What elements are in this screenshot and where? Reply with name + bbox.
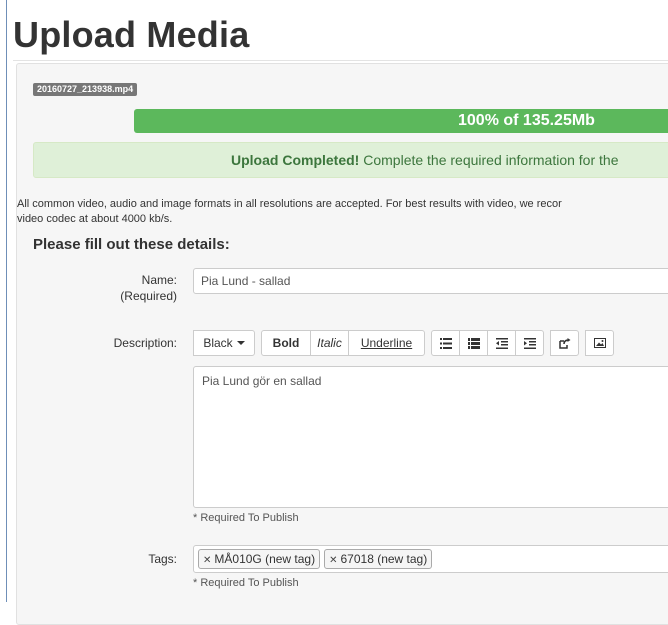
tags-input[interactable]: ✕ MÅ010G (new tag) ✕ 67018 (new tag) <box>193 545 668 573</box>
name-label: Name: (Required) <box>120 272 177 304</box>
tags-label: Tags: <box>148 552 177 566</box>
chevron-down-icon <box>236 341 245 345</box>
progress-text: 100% of 135.25Mb <box>458 112 595 129</box>
indent-icon <box>523 337 536 349</box>
bullet-list-button[interactable] <box>431 330 460 356</box>
upload-complete-alert: Upload Completed! Complete the required … <box>33 142 668 178</box>
text-color-label: Black <box>203 336 233 350</box>
name-label-text: Name: <box>141 273 177 287</box>
outdent-button[interactable] <box>487 330 516 356</box>
window-edge <box>6 0 7 602</box>
underline-button[interactable]: Underline <box>348 330 425 356</box>
numbered-list-icon <box>467 337 480 349</box>
alert-strong: Upload Completed! <box>231 152 360 168</box>
tag-label: 67018 (new tag) <box>340 552 428 566</box>
outdent-icon <box>495 337 508 349</box>
description-textarea[interactable]: Pia Lund gör en sallad <box>193 366 668 508</box>
page-title: Upload Media <box>13 14 250 55</box>
text-color-dropdown[interactable]: Black <box>193 330 255 356</box>
remove-tag-icon[interactable]: ✕ <box>329 555 337 566</box>
tags-required-hint: * Required To Publish <box>193 577 299 589</box>
tag-label: MÅ010G (new tag) <box>214 552 316 566</box>
alert-text: Complete the required information for th… <box>359 152 619 168</box>
insert-link-button[interactable] <box>550 330 579 356</box>
indent-button[interactable] <box>515 330 544 356</box>
title-divider <box>13 60 668 61</box>
editor-toolbar: Black Bold Italic Underline <box>193 330 614 356</box>
format-info: All common video, audio and image format… <box>17 197 668 227</box>
tag-chip[interactable]: ✕ MÅ010G (new tag) <box>198 549 321 569</box>
name-input[interactable]: Pia Lund - sallad <box>193 268 668 294</box>
insert-image-button[interactable] <box>585 330 614 356</box>
share-icon <box>558 337 570 349</box>
bold-button[interactable]: Bold <box>261 330 311 356</box>
numbered-list-button[interactable] <box>459 330 488 356</box>
image-icon <box>593 338 606 348</box>
description-label: Description: <box>113 336 177 350</box>
bullet-list-icon <box>439 337 452 349</box>
name-required-text: (Required) <box>120 289 177 303</box>
remove-tag-icon[interactable]: ✕ <box>203 555 211 566</box>
filename-badge: 20160727_213938.mp4 <box>33 83 138 96</box>
section-title: Please fill out these details: <box>33 236 230 253</box>
description-required-hint: * Required To Publish <box>193 512 299 524</box>
format-info-line: video codec at about 4000 kb/s. <box>17 213 173 225</box>
tag-chip[interactable]: ✕ 67018 (new tag) <box>324 549 433 569</box>
italic-button[interactable]: Italic <box>310 330 349 356</box>
format-info-line: All common video, audio and image format… <box>17 198 562 210</box>
